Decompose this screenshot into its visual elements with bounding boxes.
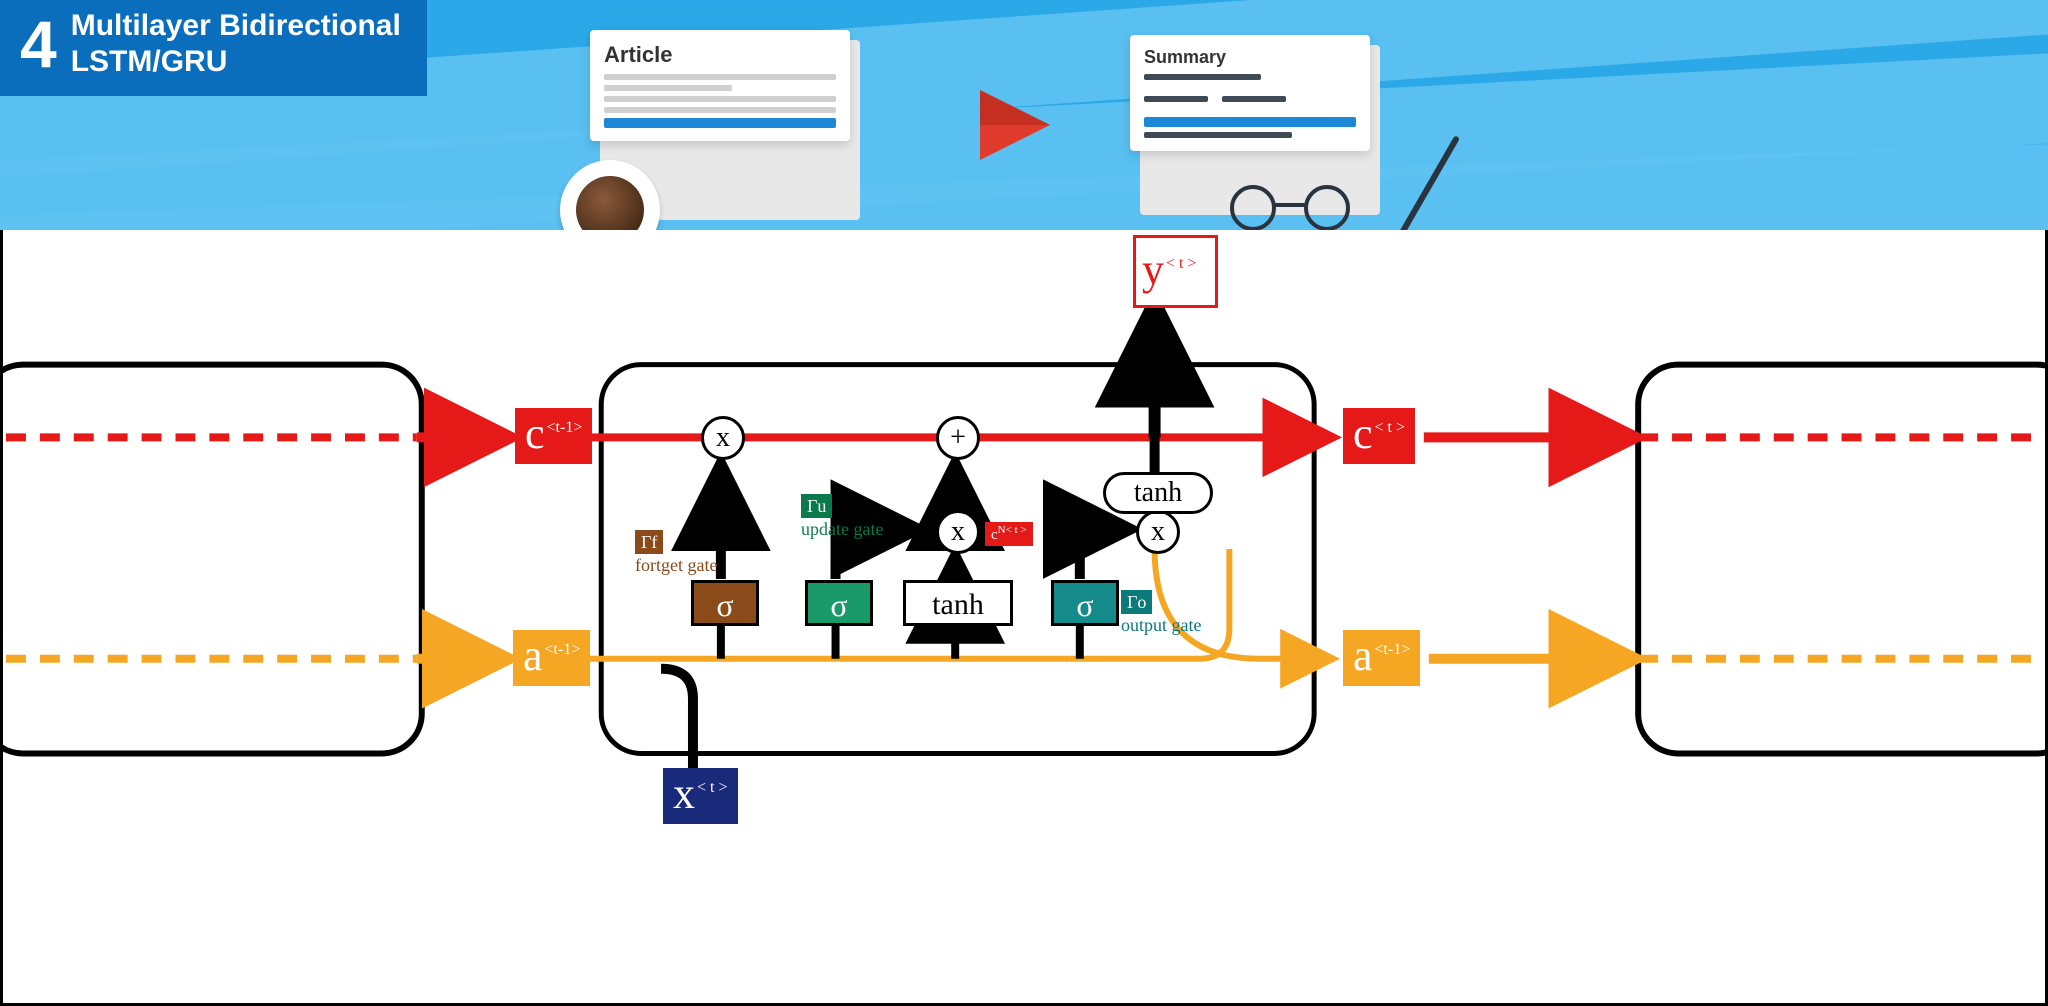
output-gate-tag: Γo output gate xyxy=(1121,590,1201,634)
output-gate-sigma: σ xyxy=(1051,580,1119,626)
pen-icon xyxy=(1390,135,1460,230)
update-gate-tag: Γu update gate xyxy=(801,494,883,538)
summary-label: Summary xyxy=(1144,47,1356,68)
cell-state-out-label: c< t > xyxy=(1343,408,1415,464)
candidate-c-tag: cN< t > xyxy=(985,522,1033,546)
add-op: + xyxy=(936,416,980,460)
article-paper-icon: Article xyxy=(590,30,850,141)
output-mult-op: x xyxy=(1136,510,1180,554)
lstm-cell-diagram: y< t > c<t-1> c< t > a<t-1> a<t-1> x< t … xyxy=(0,230,2048,1006)
update-gate-sigma: σ xyxy=(805,580,873,626)
diagram-svg xyxy=(3,230,2045,1004)
output-tanh-op: tanh xyxy=(1103,472,1213,514)
update-mult-op: x xyxy=(936,510,980,554)
forget-mult-op: x xyxy=(701,416,745,460)
hidden-state-out-label: a<t-1> xyxy=(1343,630,1420,686)
glasses-icon xyxy=(1230,185,1350,230)
cell-state-in-label: c<t-1> xyxy=(515,408,592,464)
summary-paper-icon: Summary xyxy=(1130,35,1370,151)
slide-title-text: Multilayer Bidirectional LSTM/GRU xyxy=(71,8,401,80)
input-x-label: x< t > xyxy=(663,768,738,824)
candidate-tanh: tanh xyxy=(903,580,1013,626)
article-label: Article xyxy=(604,42,836,68)
slide-title: 4 Multilayer Bidirectional LSTM/GRU xyxy=(0,0,427,96)
paper-plane-arrow-icon xyxy=(980,90,1050,160)
output-y-label: y< t > xyxy=(1133,235,1218,308)
slide-number: 4 xyxy=(20,11,57,77)
banner: 4 Multilayer Bidirectional LSTM/GRU Arti… xyxy=(0,0,2048,230)
hidden-state-in-label: a<t-1> xyxy=(513,630,590,686)
forget-gate-sigma: σ xyxy=(691,580,759,626)
forget-gate-tag: Γf fortget gate xyxy=(635,530,717,574)
